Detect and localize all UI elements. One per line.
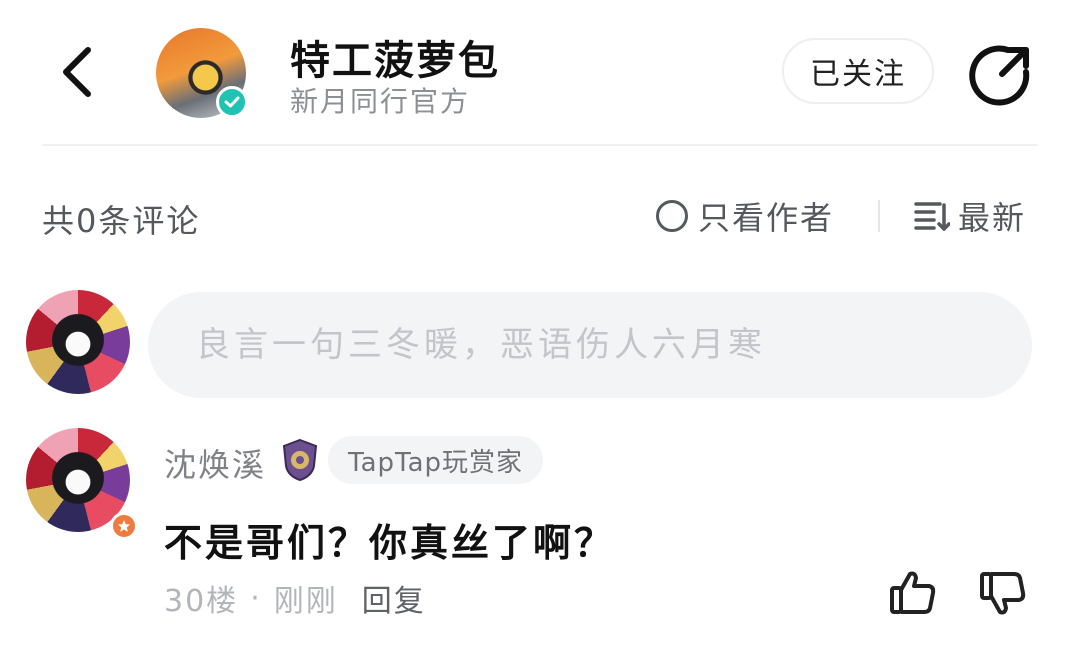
- radio-circle-icon: [656, 200, 688, 232]
- my-avatar: [26, 290, 130, 394]
- comment-text: 不是哥们？你真丝了啊？: [164, 521, 616, 565]
- like-button[interactable]: [888, 568, 938, 618]
- verified-badge: [216, 86, 248, 118]
- share-button[interactable]: [968, 42, 1034, 108]
- sort-label: 最新: [958, 199, 1027, 237]
- meta-dot: ·: [250, 580, 262, 616]
- commenter-name[interactable]: 沈焕溪: [164, 440, 266, 486]
- share-arrow-icon: [969, 45, 1030, 106]
- check-badge-icon: [224, 96, 240, 108]
- rank-badge: [282, 438, 318, 482]
- comment-meta: 30楼 · 刚刚 回复: [164, 576, 426, 620]
- bar-separator: [878, 200, 880, 232]
- thumbs-up-icon: [890, 571, 936, 614]
- follow-button[interactable]: 已关注: [782, 38, 934, 104]
- author-subtitle: 新月同行官方: [290, 85, 471, 118]
- sort-button[interactable]: 最新: [914, 196, 1027, 237]
- reply-input[interactable]: [148, 292, 1032, 398]
- author-name[interactable]: 特工菠萝包: [290, 28, 500, 86]
- back-button[interactable]: [52, 42, 108, 102]
- post-comments-page: 特工菠萝包 新月同行官方 已关注 共0条评论 只看作者 最新 良言一句三冬暖，恶…: [0, 0, 1080, 648]
- level-badge: [110, 512, 138, 540]
- shield-emblem-icon: [282, 438, 318, 482]
- comment-count: 共0条评论: [42, 202, 201, 240]
- title-tag[interactable]: TapTap玩赏家: [328, 436, 544, 484]
- sort-lines-icon: [914, 202, 950, 231]
- dislike-button[interactable]: [978, 568, 1028, 618]
- author-only-toggle[interactable]: 只看作者: [656, 196, 835, 237]
- star-icon: [118, 520, 130, 532]
- author-only-label: 只看作者: [698, 199, 835, 237]
- thumbs-down-icon: [980, 572, 1026, 615]
- chevron-left-icon: [63, 47, 91, 97]
- comment-time: 刚刚: [273, 584, 338, 619]
- reply-button[interactable]: 回复: [362, 576, 426, 620]
- header-divider: [42, 144, 1038, 146]
- comment-floor: 30楼: [164, 584, 239, 619]
